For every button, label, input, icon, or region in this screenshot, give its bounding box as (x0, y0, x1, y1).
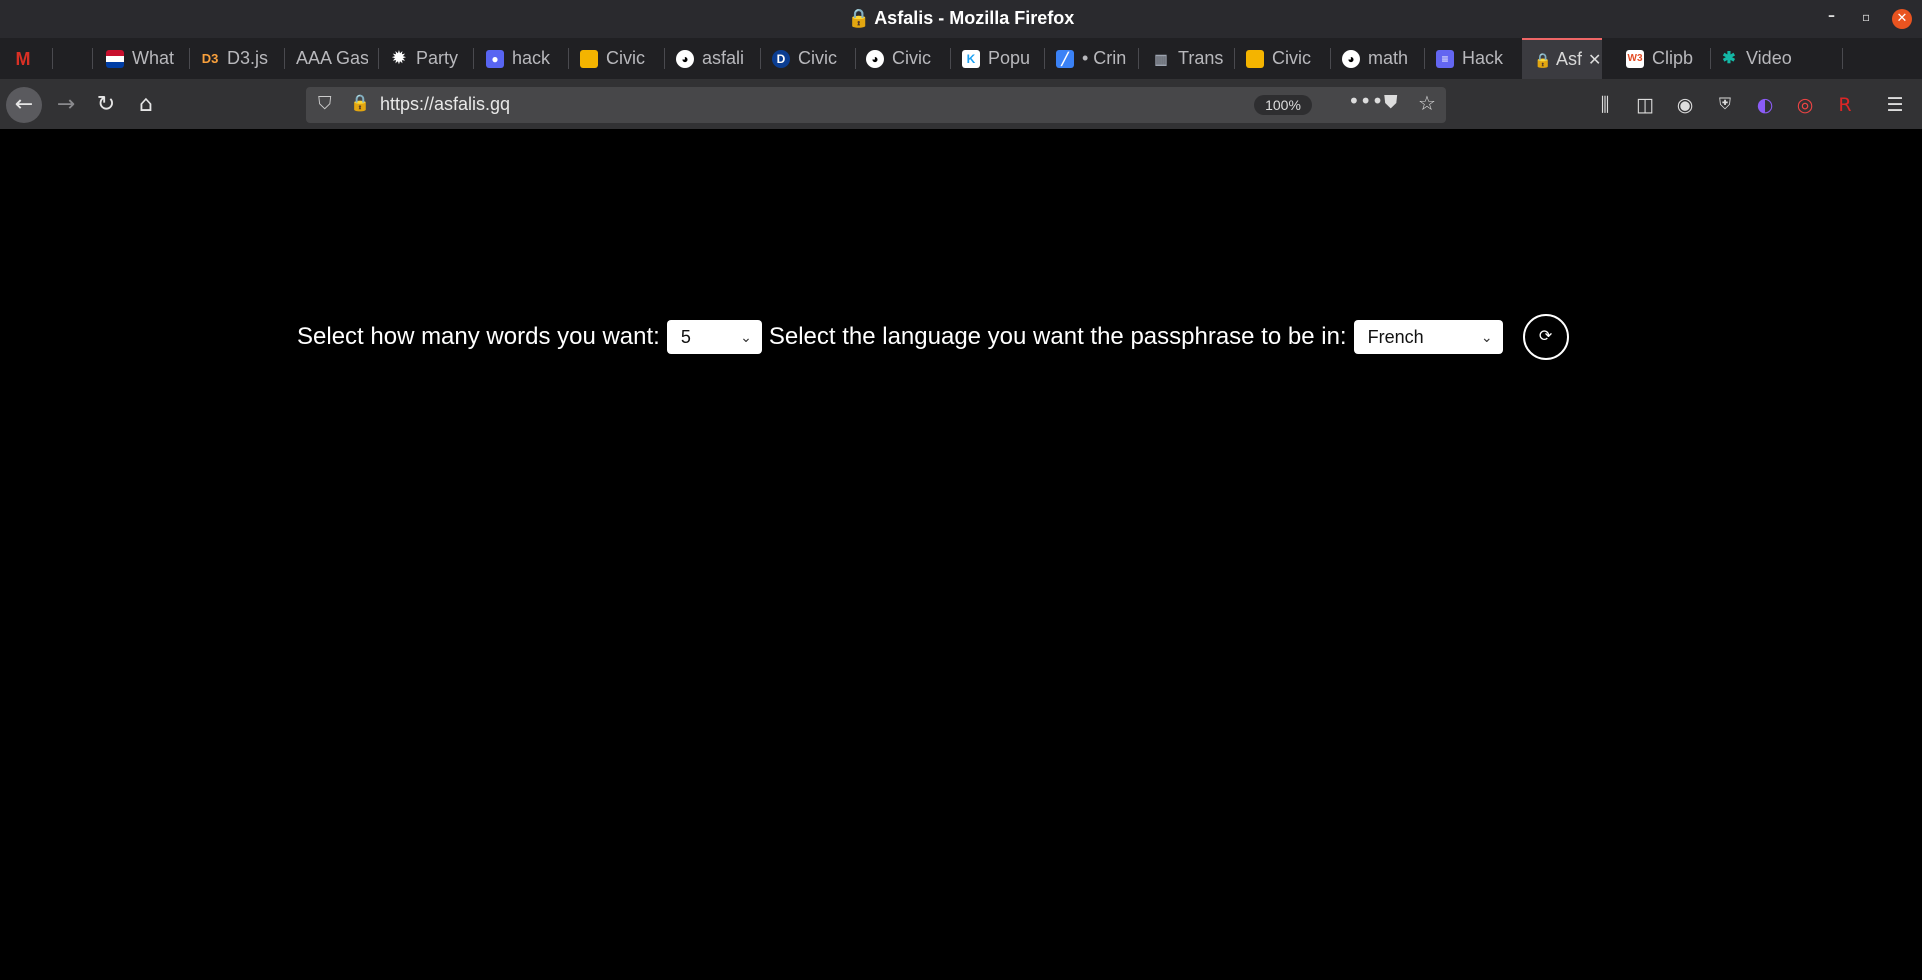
tab-active-asfalis[interactable]: 🔒 Asf ✕ (1522, 38, 1602, 79)
chevron-down-icon: ⌄ (1480, 328, 1493, 345)
github-icon: ◕ (676, 49, 694, 68)
forward-button[interactable]: → (48, 87, 84, 123)
window-titlebar: 🔒 Asfalis - Mozilla Firefox – ▫ ✕ (0, 0, 1922, 38)
tab-17[interactable]: W3 Clipb (1626, 38, 1702, 79)
tab-5[interactable]: ● hack (486, 38, 556, 79)
language-label: Select the language you want the passphr… (768, 323, 1347, 350)
tab-11[interactable]: ╱ • Crin (1056, 38, 1130, 79)
tab-8[interactable]: D Civic (772, 38, 848, 79)
words-label: Select how many words you want: (297, 323, 660, 350)
page-actions-icon[interactable]: ••• (1348, 89, 1383, 113)
url-text[interactable]: https://asfalis.gq (380, 94, 510, 115)
address-bar[interactable]: ⛉ 🔒 https://asfalis.gq 100% ••• ⛊ ☆ (306, 87, 1446, 123)
tab-1[interactable]: What (106, 38, 182, 79)
w3-icon: W3 (1626, 49, 1644, 68)
tab-12[interactable]: ▥ Trans (1152, 38, 1224, 79)
account-icon[interactable]: ◉ (1673, 94, 1697, 116)
close-tab-icon[interactable]: ✕ (1588, 50, 1601, 70)
reload-button[interactable]: ↻ (88, 87, 124, 123)
close-window-button[interactable]: ✕ (1892, 9, 1912, 29)
menu-icon[interactable]: ☰ (1883, 94, 1907, 116)
tracking-protection-icon[interactable]: ⛉ (318, 93, 332, 114)
bookmark-star-icon[interactable]: ☆ (1418, 91, 1436, 115)
github-icon: ◕ (866, 49, 884, 68)
language-value: French (1367, 326, 1424, 347)
github-icon: ◕ (1342, 49, 1360, 68)
d3-icon: D3 (201, 50, 219, 66)
tab-9[interactable]: ◕ Civic (866, 38, 942, 79)
padlock-icon[interactable]: 🔒 (350, 93, 370, 112)
list-icon: ≡ (1436, 49, 1454, 68)
tab-4[interactable]: ✹ Party (390, 38, 466, 79)
tab-6[interactable]: Civic (580, 38, 656, 79)
chevron-down-icon: ⌄ (740, 328, 752, 345)
gear-icon: ✹ (392, 49, 406, 67)
ublock-icon[interactable]: ⛨ (1713, 94, 1737, 114)
back-button[interactable]: ← (6, 87, 42, 123)
refresh-icon: ⟳ (1538, 328, 1553, 345)
sidebar-icon[interactable]: ◫ (1633, 94, 1657, 116)
window-title: 🔒 Asfalis - Mozilla Firefox (847, 8, 1075, 28)
tab-13[interactable]: Civic (1246, 38, 1320, 79)
page-content: Select how many words you want: 5 ⌄ Sele… (0, 129, 1922, 980)
pen-icon: ╱ (1056, 49, 1074, 68)
pocket-icon[interactable]: ⛊ (1384, 92, 1398, 113)
tab-15[interactable]: ≡ Hack (1436, 38, 1510, 79)
tab-18[interactable]: ✱ Video (1720, 38, 1796, 79)
gmail-icon: M (15, 48, 31, 69)
doc-icon: ▥ (1154, 50, 1168, 67)
lock-icon: 🔒 (1534, 51, 1552, 68)
puzzle-icon: ✱ (1722, 49, 1736, 67)
maximize-button[interactable]: ▫ (1862, 10, 1870, 24)
tab-bar: M ‹ What D3 D3.js AAA Gas ✹ Party ● hack… (0, 38, 1922, 110)
lock-icon: 🔒 (847, 8, 871, 28)
k-icon: K (962, 49, 980, 68)
d-icon: D (772, 49, 790, 68)
words-count-value: 5 (680, 326, 691, 347)
tab-10[interactable]: K Popu (962, 38, 1034, 79)
home-button[interactable]: ⌂ (128, 87, 164, 123)
words-count-select[interactable]: 5 ⌄ (666, 320, 762, 354)
tab-7[interactable]: ◕ asfali (676, 38, 754, 79)
flag-icon (106, 49, 124, 68)
tab-2[interactable]: D3 D3.js (201, 38, 281, 79)
hack-icon: ● (486, 49, 504, 68)
minimize-button[interactable]: – (1828, 8, 1835, 24)
library-icon[interactable]: ⫼ (1593, 94, 1617, 116)
refresh-passphrase-button[interactable]: ⟳ (1522, 314, 1569, 360)
extension-pin-icon[interactable]: ◐ (1753, 94, 1777, 116)
tab-14[interactable]: ◕ math (1342, 38, 1414, 79)
passphrase-options: Select how many words you want: 5 ⌄ Sele… (297, 314, 1569, 360)
slides-icon (1246, 49, 1264, 68)
tab-3[interactable]: AAA Gas (296, 38, 368, 79)
slides-icon (580, 49, 598, 68)
language-select[interactable]: French ⌄ (1353, 320, 1503, 354)
record-icon[interactable]: ◎ (1793, 94, 1817, 116)
extension-r-icon[interactable]: R (1833, 94, 1857, 116)
tab-gmail[interactable]: M (14, 38, 50, 79)
zoom-indicator[interactable]: 100% (1254, 95, 1312, 115)
